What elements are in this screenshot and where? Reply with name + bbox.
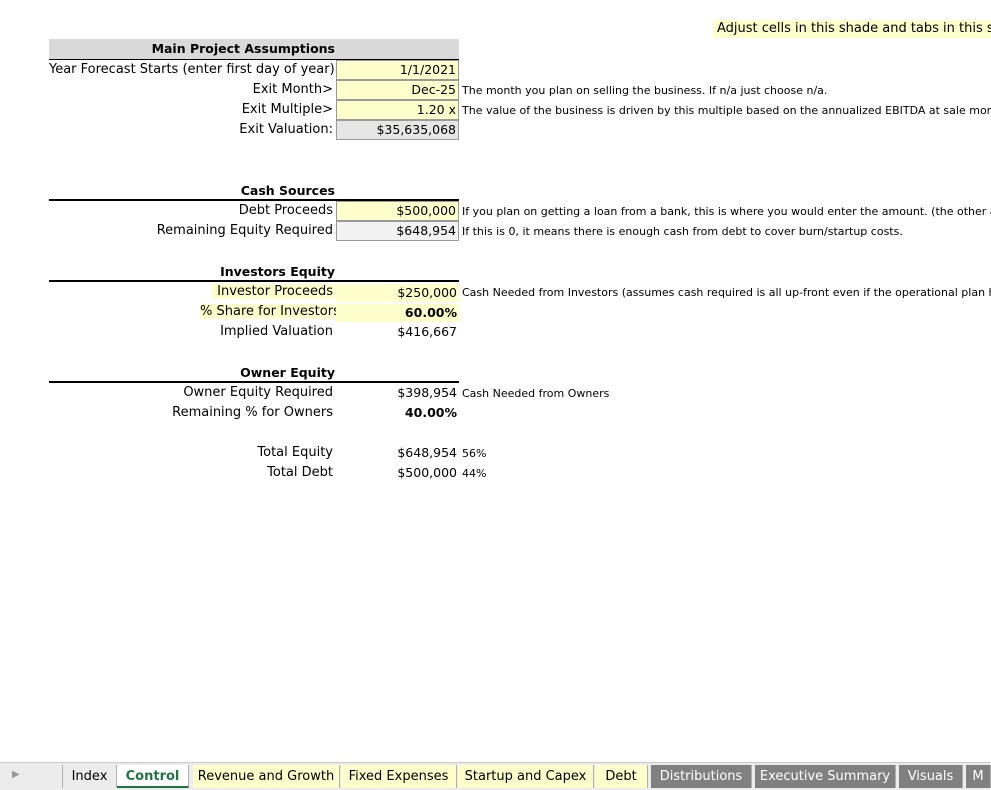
note-owner-equity: Cash Needed from Owners <box>462 387 610 400</box>
tab-executive-summary[interactable]: Executive Summary <box>755 765 896 788</box>
value-remaining-equity: $648,954 <box>336 221 459 241</box>
note-remaining-equity: If this is 0, it means there is enough c… <box>462 225 903 238</box>
sheet-tab-bar: ▶ Index Control Revenue and Growth Fixed… <box>0 762 991 790</box>
tab-visuals[interactable]: Visuals <box>899 765 963 788</box>
tab-startup-and-capex[interactable]: Startup and Capex <box>458 765 594 788</box>
label-share-investors: % Share for Investors <box>200 304 340 319</box>
note-exit-month: The month you plan on selling the busine… <box>462 84 828 97</box>
note-investor-proceeds: Cash Needed from Investors (assumes cash… <box>462 286 991 299</box>
input-investor-proceeds[interactable]: $250,000 <box>336 284 459 302</box>
input-debt-proceeds[interactable]: $500,000 <box>336 201 459 221</box>
note-exit-multiple: The value of the business is driven by t… <box>462 104 991 117</box>
value-implied-valuation: $416,667 <box>397 324 457 339</box>
input-exit-month[interactable]: Dec-25 <box>336 80 459 100</box>
input-shade-legend: Adjust cells in this shade and tabs in t… <box>713 20 991 38</box>
label-year-forecast: Year Forecast Starts (enter first day of… <box>49 62 335 77</box>
label-owner-equity-required: Owner Equity Required <box>183 385 333 400</box>
tab-scroll-left-icon[interactable]: ▶ <box>12 769 20 780</box>
investors-equity-rule <box>49 280 459 282</box>
input-exit-multiple[interactable]: 1.20 x <box>336 100 459 120</box>
label-exit-multiple: Exit Multiple> <box>241 102 333 117</box>
tab-debt[interactable]: Debt <box>595 765 648 788</box>
input-share-investors[interactable]: 60.00% <box>336 304 459 322</box>
tab-control[interactable]: Control <box>117 765 189 788</box>
cash-sources-header: Cash Sources <box>240 183 335 198</box>
owner-equity-rule <box>49 381 459 383</box>
input-year-forecast[interactable]: 1/1/2021 <box>336 60 459 80</box>
label-remaining-owners: Remaining % for Owners <box>172 405 333 420</box>
label-total-equity: Total Equity <box>257 445 333 460</box>
label-implied-valuation: Implied Valuation <box>220 324 333 339</box>
value-total-equity: $648,954 <box>397 445 457 460</box>
label-exit-month: Exit Month> <box>252 82 333 97</box>
label-debt-proceeds: Debt Proceeds <box>238 203 333 218</box>
label-remaining-equity: Remaining Equity Required <box>156 223 333 238</box>
owner-equity-header: Owner Equity <box>240 365 335 380</box>
value-remaining-owners: 40.00% <box>404 405 457 420</box>
value-total-debt: $500,000 <box>397 465 457 480</box>
main-assumptions-header: Main Project Assumptions <box>151 41 335 56</box>
tab-m[interactable]: M <box>966 765 991 788</box>
tab-distributions[interactable]: Distributions <box>651 765 752 788</box>
tab-index[interactable]: Index <box>62 765 117 788</box>
label-exit-valuation: Exit Valuation: <box>239 122 333 137</box>
label-total-debt: Total Debt <box>267 465 333 480</box>
tab-revenue-and-growth[interactable]: Revenue and Growth <box>193 765 340 788</box>
label-investor-proceeds: Investor Proceeds <box>212 284 335 299</box>
tab-fixed-expenses[interactable]: Fixed Expenses <box>341 765 457 788</box>
pct-total-debt: 44% <box>462 467 487 480</box>
investors-equity-header: Investors Equity <box>220 264 335 279</box>
note-debt-proceeds: If you plan on getting a loan from a ban… <box>462 205 991 218</box>
pct-total-equity: 56% <box>462 447 487 460</box>
value-exit-valuation: $35,635,068 <box>336 120 459 140</box>
value-owner-equity-required: $398,954 <box>397 385 457 400</box>
